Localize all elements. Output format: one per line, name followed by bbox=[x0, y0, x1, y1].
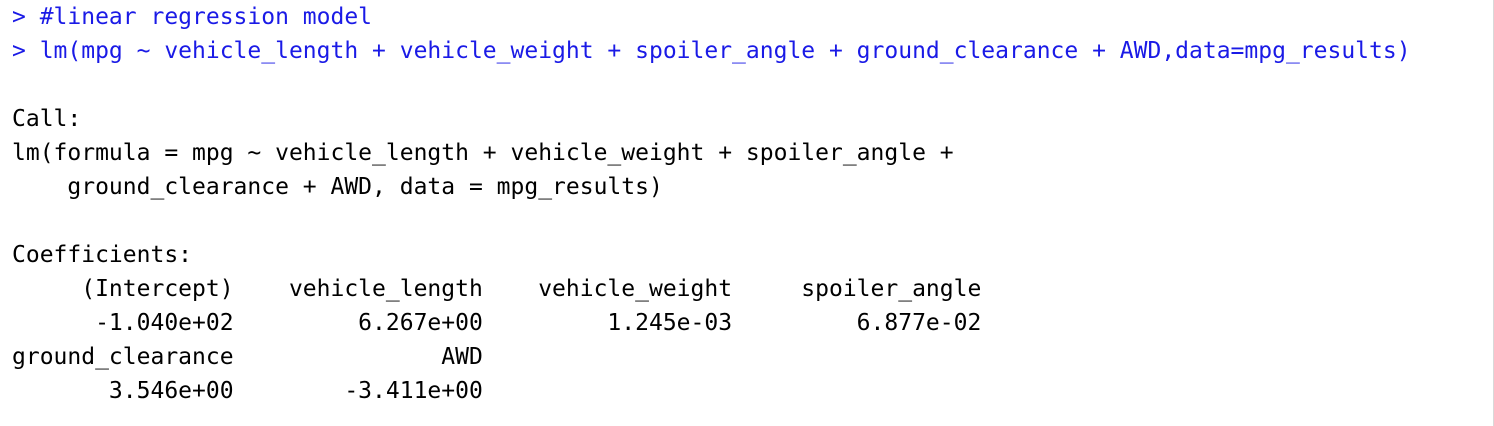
console-input-lm-command: > lm(mpg ~ vehicle_length + vehicle_weig… bbox=[12, 38, 1411, 64]
r-console[interactable]: > #linear regression model > lm(mpg ~ ve… bbox=[0, 0, 1494, 426]
coefficients-header-row1: (Intercept) vehicle_length vehicle_weigh… bbox=[12, 276, 1009, 302]
console-input-comment: > #linear regression model bbox=[12, 4, 373, 30]
output-coefficients-label: Coefficients: bbox=[12, 242, 193, 268]
coefficients-values-row1: -1.040e+02 6.267e+00 1.245e-03 6.877e-02 bbox=[12, 310, 1009, 336]
output-call-formula-line2: ground_clearance + AWD, data = mpg_resul… bbox=[12, 174, 663, 200]
output-call-label: Call: bbox=[12, 106, 82, 132]
coefficients-header-row2: ground_clearance AWD bbox=[12, 344, 511, 370]
coefficients-values-row2: 3.546e+00 -3.411e+00 bbox=[12, 378, 511, 404]
output-call-formula-line1: lm(formula = mpg ~ vehicle_length + vehi… bbox=[12, 140, 968, 166]
